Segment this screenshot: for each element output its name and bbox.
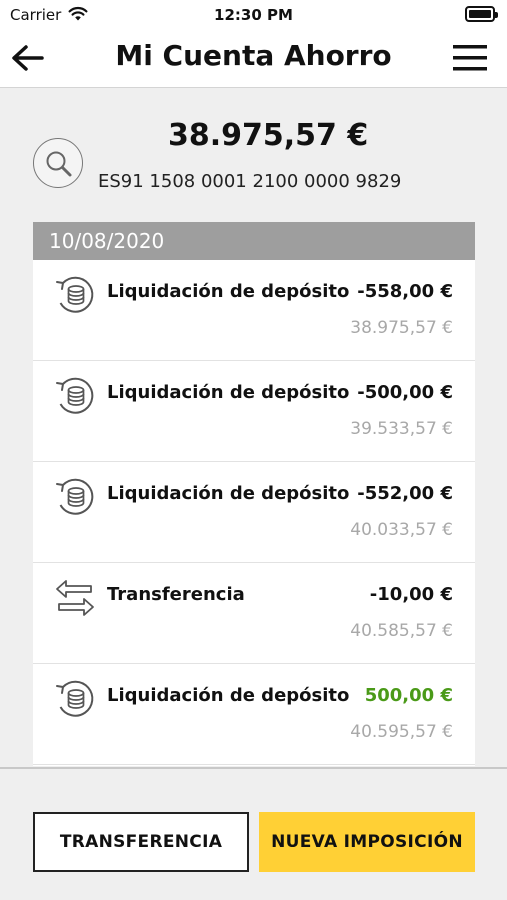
coins-refund-icon	[53, 375, 97, 419]
movement-row[interactable]: Liquidación de depósito -552,00 € 40.033,5…	[33, 462, 475, 563]
movement-amount: -10,00 €	[369, 584, 453, 605]
movement-label: Liquidación de depósito	[107, 281, 350, 302]
movement-running-balance: 39.533,57 €	[350, 419, 453, 439]
movement-running-balance: 40.595,57 €	[350, 722, 453, 742]
page-title: Mi Cuenta Ahorro	[115, 39, 392, 72]
movement-amount: 500,00 €	[364, 685, 453, 706]
movement-row[interactable]: Liquidación de depósito 500,00 € 40.595,57…	[33, 664, 475, 765]
movement-running-balance: 40.585,57 €	[350, 621, 453, 641]
account-iban: ES91 1508 0001 2100 0000 9829	[98, 171, 402, 192]
movement-running-balance: 38.975,57 €	[350, 318, 453, 338]
coins-refund-icon	[53, 678, 97, 722]
hamburger-menu-icon	[453, 45, 487, 71]
clock: 12:30 PM	[214, 6, 293, 24]
movement-amount: -552,00 €	[357, 483, 453, 504]
menu-button[interactable]	[453, 44, 487, 72]
movements-list[interactable]: 10/08/2020 Liquidación de depósito -558,0…	[33, 222, 475, 766]
arrow-left-icon	[12, 45, 44, 71]
movement-row[interactable]: Transferencia -10,00 € 40.585,57 €	[33, 563, 475, 664]
status-bar: Carrier 12:30 PM	[0, 0, 507, 30]
battery-icon	[465, 6, 498, 22]
back-button[interactable]	[10, 42, 46, 74]
movement-label: Liquidación de depósito	[107, 685, 350, 706]
movement-label: Transferencia	[107, 584, 245, 605]
transfer-arrows-icon	[53, 577, 97, 621]
navigation-bar: Mi Cuenta Ahorro	[0, 30, 507, 88]
bottom-action-bar: TRANSFERENCIA NUEVA IMPOSICIÓN	[0, 767, 507, 900]
new-deposit-button[interactable]: NUEVA IMPOSICIÓN	[259, 812, 475, 872]
movement-amount: -500,00 €	[357, 382, 453, 403]
movement-label: Liquidación de depósito	[107, 382, 350, 403]
magnifier-icon	[46, 151, 72, 177]
movement-label: Liquidación de depósito	[107, 483, 350, 504]
coins-refund-icon	[53, 274, 97, 318]
movement-row[interactable]: Liquidación de depósito -500,00 € 39.533,5…	[33, 361, 475, 462]
coins-refund-icon	[53, 476, 97, 520]
movement-row[interactable]: Liquidación de depósito -558,00 € 38.975,5…	[33, 260, 475, 361]
movement-running-balance: 40.033,57 €	[350, 520, 453, 540]
transfer-button[interactable]: TRANSFERENCIA	[33, 812, 249, 872]
account-balance: 38.975,57 €	[168, 118, 369, 153]
search-button[interactable]	[33, 138, 83, 188]
date-header: 10/08/2020	[33, 222, 475, 260]
movement-amount: -558,00 €	[357, 281, 453, 302]
account-summary: 38.975,57 € ES91 1508 0001 2100 0000 982…	[0, 88, 507, 222]
